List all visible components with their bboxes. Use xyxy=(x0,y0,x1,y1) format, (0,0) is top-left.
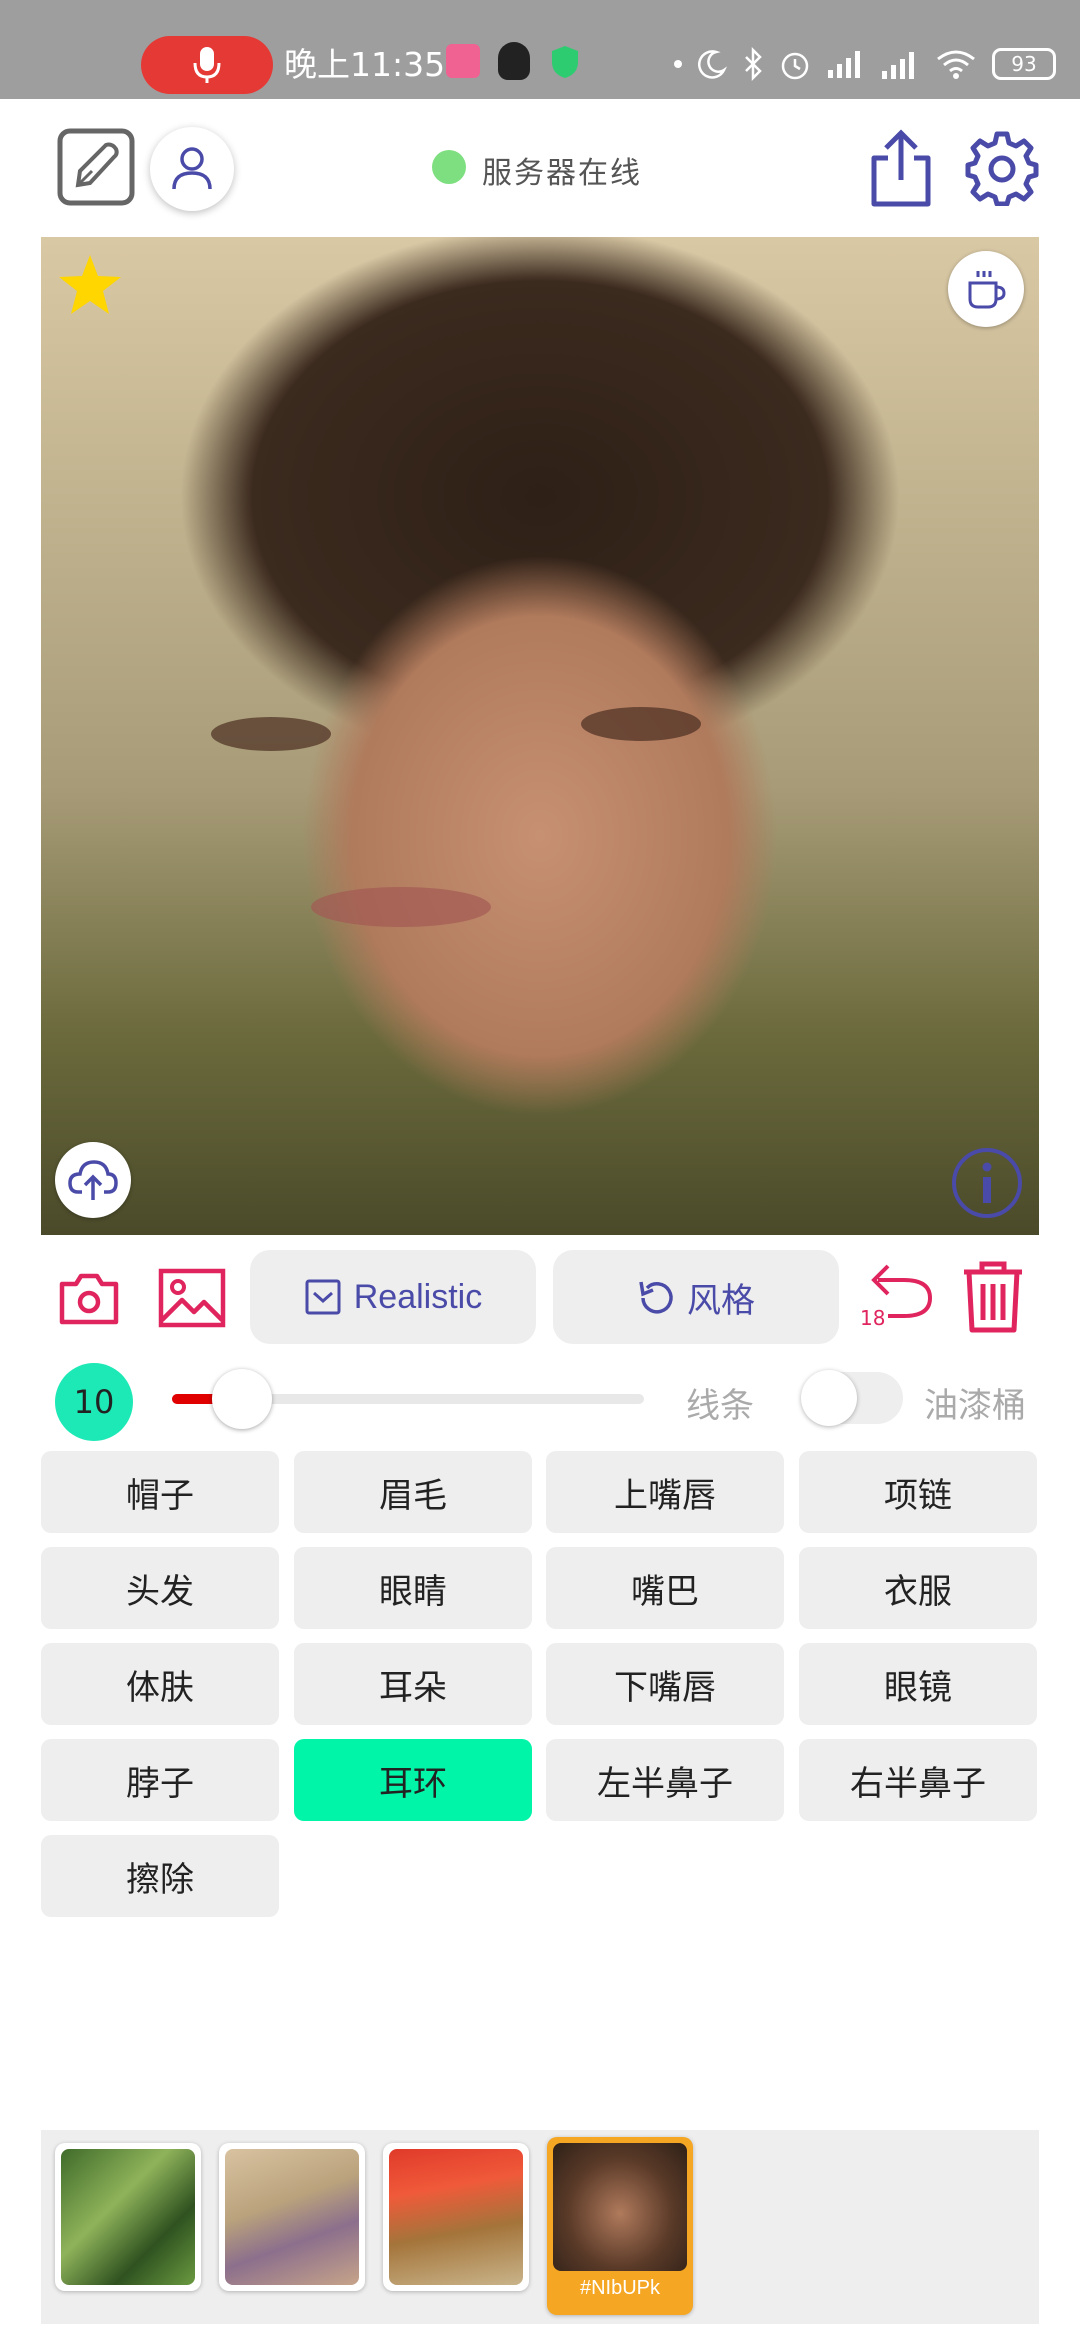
refresh-icon xyxy=(639,1281,673,1314)
face-shading xyxy=(211,717,331,751)
status-icons: 93 xyxy=(674,38,1056,90)
share-button[interactable] xyxy=(866,128,936,208)
realistic-style-button[interactable]: Realistic xyxy=(250,1250,536,1344)
hd-signal-icon xyxy=(882,52,914,79)
settings-button[interactable] xyxy=(962,128,1042,208)
part-button[interactable]: 项链 xyxy=(799,1451,1037,1533)
alarm-icon xyxy=(781,52,809,80)
part-button[interactable]: 眼睛 xyxy=(294,1547,532,1629)
part-button[interactable]: 衣服 xyxy=(799,1547,1037,1629)
part-button[interactable]: 体肤 xyxy=(41,1643,279,1725)
coffee-icon xyxy=(968,271,1006,309)
history-thumbnail-active[interactable]: #NIbUPk xyxy=(547,2137,693,2315)
brush-size-indicator: 10 xyxy=(55,1363,133,1441)
part-button[interactable]: 下嘴唇 xyxy=(546,1643,784,1725)
part-button[interactable]: 帽子 xyxy=(41,1451,279,1533)
paint-bucket-label[interactable]: 油漆桶 xyxy=(924,1378,1026,1427)
shield-icon xyxy=(552,46,578,78)
pen-square-icon xyxy=(57,128,135,206)
coffee-button[interactable] xyxy=(948,251,1024,327)
history-thumbnail[interactable] xyxy=(219,2143,365,2291)
realistic-label: Realistic xyxy=(353,1277,483,1316)
signal-icon xyxy=(828,51,860,78)
part-button[interactable]: 眼镜 xyxy=(799,1643,1037,1725)
server-status-dot xyxy=(432,150,466,184)
line-mode-label[interactable]: 线条 xyxy=(686,1378,754,1427)
part-button[interactable]: 上嘴唇 xyxy=(546,1451,784,1533)
edit-sketch-button[interactable] xyxy=(56,127,136,207)
mic-icon xyxy=(193,47,221,83)
user-profile-button[interactable] xyxy=(150,127,234,211)
thumbnail-image xyxy=(389,2149,523,2285)
history-thumbnail[interactable] xyxy=(55,2143,201,2291)
battery-icon: 93 xyxy=(992,48,1056,80)
qq-icon xyxy=(498,42,530,80)
part-button[interactable]: 嘴巴 xyxy=(546,1547,784,1629)
part-button[interactable]: 擦除 xyxy=(41,1835,279,1917)
upload-cloud-icon xyxy=(68,1160,118,1200)
checkbox-icon xyxy=(305,1279,341,1315)
face-shading xyxy=(311,887,491,927)
style-label: 风格 xyxy=(687,1280,755,1321)
history-thumbnail[interactable] xyxy=(383,2143,529,2291)
user-icon xyxy=(172,147,212,190)
app-icon xyxy=(446,44,480,78)
star-icon[interactable] xyxy=(57,253,123,317)
part-button[interactable]: 耳朵 xyxy=(294,1643,532,1725)
undo-button[interactable]: 18 xyxy=(860,1262,934,1332)
gear-icon xyxy=(965,131,1039,206)
thumbnail-image xyxy=(61,2149,195,2285)
part-button[interactable]: 脖子 xyxy=(41,1739,279,1821)
gallery-icon[interactable] xyxy=(158,1268,226,1328)
moon-icon xyxy=(698,50,728,79)
brush-size-slider-thumb[interactable] xyxy=(212,1369,272,1429)
bluetooth-icon xyxy=(745,47,762,81)
style-button[interactable]: 风格 xyxy=(553,1250,839,1344)
dot-icon xyxy=(674,60,682,68)
upload-button[interactable] xyxy=(55,1142,131,1218)
trash-icon[interactable] xyxy=(960,1260,1026,1334)
face-shading xyxy=(581,707,701,741)
part-button[interactable]: 头发 xyxy=(41,1547,279,1629)
part-button[interactable]: 右半鼻子 xyxy=(799,1739,1037,1821)
mic-recording-indicator[interactable] xyxy=(141,36,273,94)
info-icon[interactable] xyxy=(951,1147,1023,1219)
undo-count: 18 xyxy=(860,1306,886,1330)
wifi-icon xyxy=(937,50,975,79)
share-icon xyxy=(871,129,931,207)
part-button[interactable]: 耳环 xyxy=(294,1739,532,1821)
history-tag: #NIbUPk xyxy=(579,2277,661,2299)
part-button[interactable]: 左半鼻子 xyxy=(546,1739,784,1821)
camera-icon[interactable] xyxy=(58,1270,120,1326)
server-status-text: 服务器在线 xyxy=(482,156,642,191)
thumbnail-image xyxy=(553,2143,687,2271)
part-button[interactable]: 眉毛 xyxy=(294,1451,532,1533)
portrait-canvas[interactable] xyxy=(41,237,1039,1235)
status-time: 晚上11:35 xyxy=(284,45,446,84)
thumbnail-image xyxy=(225,2149,359,2285)
fill-mode-toggle-knob[interactable] xyxy=(801,1370,857,1426)
